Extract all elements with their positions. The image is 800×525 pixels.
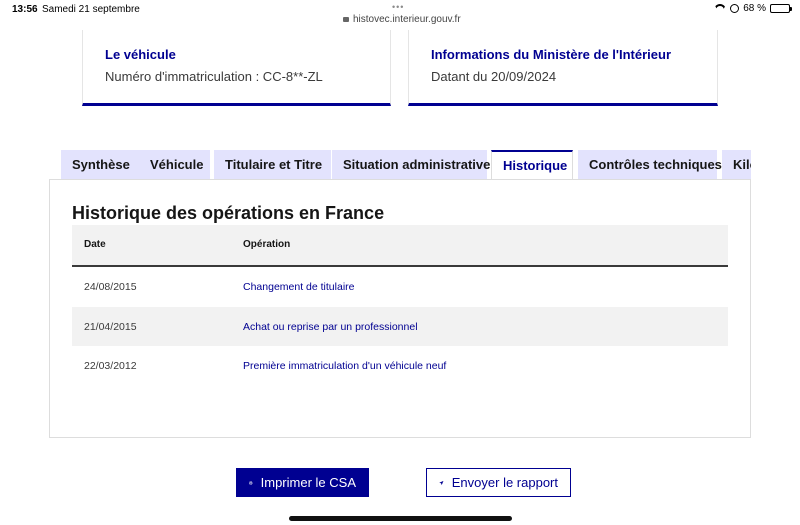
home-indicator[interactable]: [289, 516, 512, 521]
vehicle-card: Le véhicule Numéro d'immatriculation : C…: [82, 30, 391, 106]
lock-icon: [343, 17, 349, 22]
tab-vehicule[interactable]: Véhicule: [139, 150, 210, 179]
table-body: 24/08/2015 Changement de titulaire 21/04…: [72, 267, 728, 386]
print-csa-button[interactable]: Imprimer le CSA: [236, 468, 369, 497]
row-date: 21/04/2015: [84, 320, 137, 333]
history-table: Date Opération 24/08/2015 Changement de …: [72, 225, 728, 386]
row-operation-link[interactable]: Achat ou reprise par un professionnel: [243, 321, 418, 333]
wifi-icon: [714, 4, 726, 13]
tab-historique[interactable]: Historique: [491, 150, 573, 180]
multitask-dots-icon[interactable]: •••: [392, 2, 404, 12]
table-header: Date Opération: [72, 225, 728, 267]
table-row: 22/03/2012 Première immatriculation d'un…: [72, 346, 728, 386]
vehicle-card-title: Le véhicule: [105, 47, 176, 62]
send-report-label: Envoyer le rapport: [451, 475, 558, 490]
row-date: 24/08/2015: [84, 281, 137, 293]
ministry-card: Informations du Ministère de l'Intérieur…: [408, 30, 718, 106]
historique-panel: Historique des opérations en France Date…: [49, 179, 751, 438]
tab-synthese[interactable]: Synthèse: [61, 150, 143, 179]
send-icon: [439, 480, 444, 485]
column-header-date: Date: [84, 239, 106, 250]
address-bar[interactable]: histovec.interieur.gouv.fr: [343, 14, 461, 25]
address-url: histovec.interieur.gouv.fr: [353, 14, 461, 25]
column-header-operation: Opération: [243, 239, 291, 250]
battery-icon: [770, 4, 792, 13]
status-indicators: 68 %: [714, 3, 792, 14]
tab-kilometrage[interactable]: Kilo: [722, 150, 751, 179]
data-date: Datant du 20/09/2024: [431, 69, 557, 84]
status-bar: 13:56 Samedi 21 septembre ••• histovec.i…: [0, 0, 800, 30]
panel-title: Historique des opérations en France: [72, 203, 385, 223]
battery-percent: 68 %: [743, 3, 766, 14]
tab-controles-techniques[interactable]: Contrôles techniques: [578, 150, 722, 179]
table-row: 24/08/2015 Changement de titulaire: [72, 267, 728, 307]
status-time: 13:56: [12, 4, 38, 15]
print-csa-label: Imprimer le CSA: [260, 475, 356, 490]
tab-situation-administrative[interactable]: Situation administrative: [332, 150, 490, 179]
ministry-card-title: Informations du Ministère de l'Intérieur: [431, 47, 672, 62]
tab-titulaire-titre[interactable]: Titulaire et Titre: [214, 150, 331, 179]
status-date: Samedi 21 septembre: [42, 4, 140, 15]
printer-icon: [249, 480, 253, 485]
row-operation-link[interactable]: Première immatriculation d'un véhicule n…: [243, 360, 446, 372]
focus-icon: [730, 4, 740, 13]
table-row: 21/04/2015 Achat ou reprise par un profe…: [72, 306, 728, 346]
row-date: 22/03/2012: [84, 360, 137, 372]
send-report-button[interactable]: Envoyer le rapport: [426, 468, 571, 497]
registration-number: Numéro d'immatriculation : CC-8**-ZL: [105, 69, 323, 84]
tab-list: Synthèse Véhicule Titulaire et Titre Sit…: [61, 150, 751, 180]
row-operation-link[interactable]: Changement de titulaire: [243, 281, 355, 293]
